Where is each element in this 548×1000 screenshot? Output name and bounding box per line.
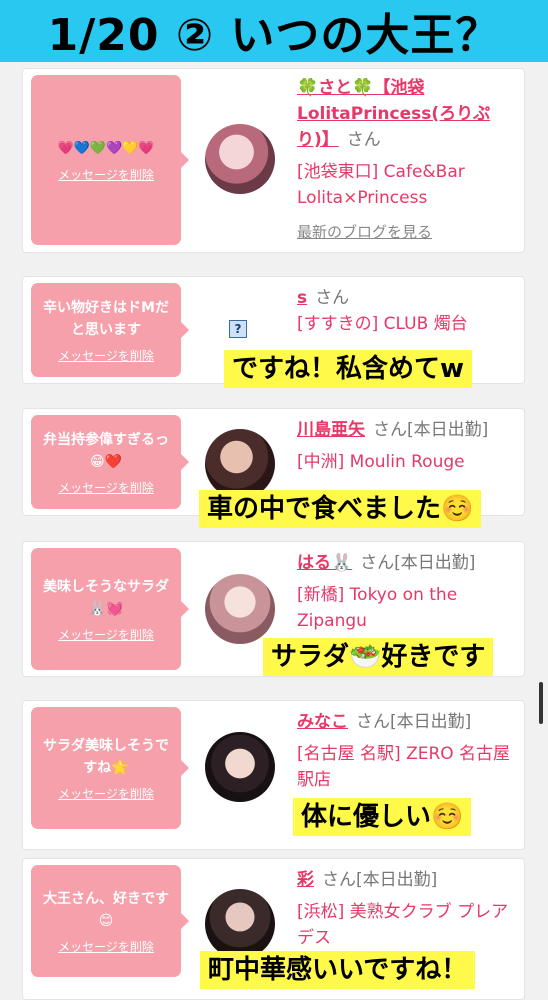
message-text: サラダ美味しそうですね🌟 xyxy=(43,737,169,776)
caption-overlay: ですね！私含めてw xyxy=(224,350,473,388)
message-card: 💗💙💚💜💛💗 メッセージを削除 🍀さと🍀【池袋LolitaPrincess(ろり… xyxy=(22,68,525,253)
caption-overlay: サラダ🥗好きです xyxy=(263,638,494,676)
message-text: 大王さん、好きです😊 xyxy=(43,890,169,929)
message-bubble: サラダ美味しそうですね🌟 メッセージを削除 xyxy=(31,707,189,829)
page-header: 1/20 ② いつの大王？ xyxy=(0,0,548,62)
shop-info: [中洲] Moulin Rouge xyxy=(297,452,465,472)
message-bubble: 💗💙💚💜💛💗 メッセージを削除 xyxy=(31,75,189,245)
question-mark-icon: ? xyxy=(229,320,247,338)
message-text: 美味しそうなサラダ🐰💓 xyxy=(43,578,169,617)
user-name-link[interactable]: 🍀さと🍀【池袋LolitaPrincess(ろりぷり)】 xyxy=(297,78,490,150)
user-name-link[interactable]: みなこ xyxy=(297,712,348,732)
delete-message-link[interactable]: メッセージを削除 xyxy=(58,626,154,643)
shop-info: [浜松] 美熟女クラブ プレアデス xyxy=(297,902,509,948)
delete-message-link[interactable]: メッセージを削除 xyxy=(58,479,154,496)
caption-overlay: 体に優しい☺️ xyxy=(293,798,472,836)
honorific: さん xyxy=(315,288,350,308)
caption-overlay: 町中華感いいですね！ xyxy=(200,951,476,989)
shop-info: [名古屋 名駅] ZERO 名古屋駅店 xyxy=(297,744,511,790)
avatar[interactable] xyxy=(205,889,275,959)
avatar[interactable] xyxy=(205,732,275,802)
honorific: さん[本日出勤] xyxy=(373,420,489,440)
message-text: 💗💙💚💜💛💗 xyxy=(57,140,155,156)
honorific: さん[本日出勤] xyxy=(356,712,472,732)
message-bubble: 大王さん、好きです😊 メッセージを削除 xyxy=(31,865,189,977)
delete-message-link[interactable]: メッセージを削除 xyxy=(58,347,154,364)
avatar[interactable] xyxy=(205,124,275,194)
delete-message-link[interactable]: メッセージを削除 xyxy=(58,166,154,183)
shop-info: [すすきの] CLUB 燭台 xyxy=(297,314,468,334)
user-name-link[interactable]: 彩 xyxy=(297,870,314,890)
message-bubble: 辛い物好きはドMだと思います メッセージを削除 xyxy=(31,283,189,377)
user-name-link[interactable]: s xyxy=(297,288,307,308)
caption-overlay: 車の中で食べました☺️ xyxy=(199,490,482,528)
honorific: さん xyxy=(346,130,381,150)
user-name-link[interactable]: はる🐰 xyxy=(297,553,352,573)
message-text: 辛い物好きはドMだと思います xyxy=(43,299,169,338)
honorific: さん[本日出勤] xyxy=(322,870,438,890)
delete-message-link[interactable]: メッセージを削除 xyxy=(58,938,154,955)
message-bubble: 弁当持参偉すぎるっ😁❤️ メッセージを削除 xyxy=(31,415,189,509)
avatar[interactable] xyxy=(205,429,275,499)
avatar[interactable] xyxy=(205,574,275,644)
message-text: 弁当持参偉すぎるっ😁❤️ xyxy=(43,431,169,470)
shop-info: [新橋] Tokyo on the Zipangu xyxy=(297,585,458,631)
delete-message-link[interactable]: メッセージを削除 xyxy=(58,785,154,802)
latest-blog-link[interactable]: 最新のブログを見る xyxy=(297,221,519,242)
honorific: さん[本日出勤] xyxy=(360,553,476,573)
page-title: 1/20 ② いつの大王？ xyxy=(47,10,501,61)
message-bubble: 美味しそうなサラダ🐰💓 メッセージを削除 xyxy=(31,548,189,670)
scrollbar[interactable] xyxy=(539,682,543,724)
shop-info: [池袋東口] Cafe&Bar Lolita×Princess xyxy=(297,162,465,208)
user-name-link[interactable]: 川島亜矢 xyxy=(297,420,365,440)
